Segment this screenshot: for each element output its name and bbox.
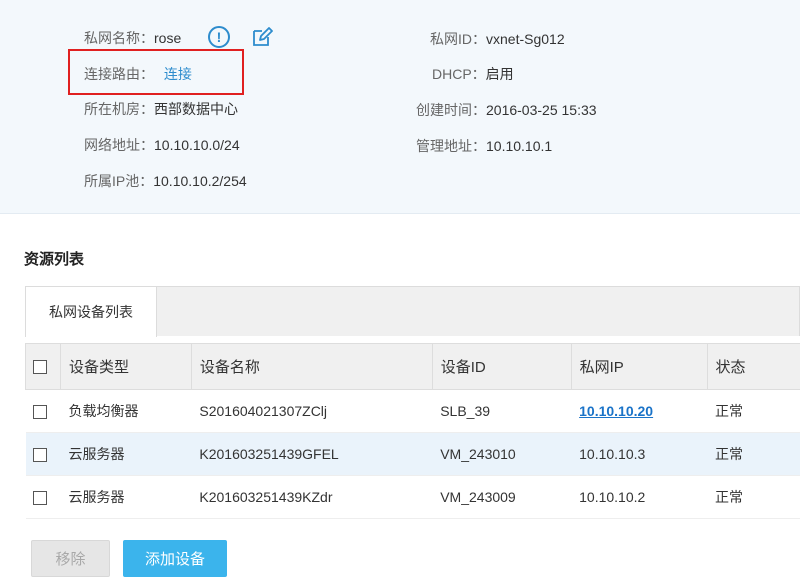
cell-device-type: 云服务器 [60, 432, 192, 476]
cell-device-name: K201603251439GFEL [191, 432, 433, 476]
cell-status: 正常 [707, 475, 800, 519]
resource-tabs: 私网设备列表 [25, 286, 800, 337]
info-icon-glyph: ! [216, 29, 222, 45]
cell-device-name: S201604021307ZClj [191, 389, 433, 433]
add-device-button[interactable]: 添加设备 [123, 540, 227, 577]
col-header-ip: 私网IP [570, 343, 708, 390]
info-icon[interactable]: ! [208, 26, 230, 48]
row-check-cell [25, 475, 61, 519]
created-time-field: 创建时间：2016-03-25 15:33 [416, 99, 597, 121]
cell-status: 正常 [707, 432, 800, 476]
connect-route-link[interactable]: 连接 [164, 66, 192, 82]
network-address-label: 网络地址： [84, 137, 154, 153]
row-checkbox[interactable] [32, 491, 47, 506]
table-header-row: 设备类型 设备名称 设备ID 私网IP 状态 [25, 343, 800, 390]
network-address-field: 网络地址：10.10.10.0/24 [84, 134, 240, 156]
col-header-id: 设备ID [431, 343, 572, 390]
dhcp-label: DHCP： [432, 66, 486, 82]
network-id-field: 私网ID：vxnet-Sg012 [430, 28, 565, 50]
resource-list-title: 资源列表 [24, 251, 85, 268]
connect-route-label: 连接路由： [84, 66, 154, 82]
table-row[interactable]: 负载均衡器 S201604021307ZClj SLB_39 10.10.10.… [25, 389, 800, 433]
management-address-label: 管理地址： [416, 138, 486, 154]
edit-icon[interactable] [251, 26, 273, 48]
select-all-checkbox[interactable] [33, 360, 47, 375]
cell-private-ip: 10.10.10.2 [571, 475, 708, 519]
network-address-value: 10.10.10.0/24 [154, 137, 240, 153]
row-checkbox[interactable] [32, 405, 47, 420]
cell-device-id: VM_243009 [432, 475, 572, 519]
private-ip-link[interactable]: 10.10.10.20 [579, 403, 653, 419]
cell-device-id: VM_243010 [432, 432, 572, 476]
table-row[interactable]: 云服务器 K201603251439GFEL VM_243010 10.10.1… [25, 432, 800, 476]
cell-private-ip: 10.10.10.20 [571, 389, 708, 433]
row-check-cell [25, 432, 61, 476]
dhcp-field: DHCP：启用 [432, 63, 514, 85]
created-time-value: 2016-03-25 15:33 [486, 102, 597, 118]
network-id-label: 私网ID： [430, 31, 486, 47]
col-header-status: 状态 [706, 343, 800, 390]
management-address-field: 管理地址：10.10.10.1 [416, 135, 552, 157]
connect-route-field: 连接路由： 连接 [84, 63, 192, 85]
created-time-label: 创建时间： [416, 102, 486, 118]
network-info-panel: 私网名称：rose ! 连接路由： 连接 所在机房：西部数据中心 网络地址：10… [0, 0, 800, 214]
row-checkbox[interactable] [32, 448, 47, 463]
ip-pool-label: 所属IP池： [84, 173, 154, 189]
cell-device-type: 云服务器 [60, 475, 192, 519]
device-table: 设备类型 设备名称 设备ID 私网IP 状态 负载均衡器 S2016040213… [25, 343, 800, 519]
table-row[interactable]: 云服务器 K201603251439KZdr VM_243009 10.10.1… [25, 475, 800, 519]
datacenter-value: 西部数据中心 [154, 101, 238, 117]
cell-device-id: SLB_39 [432, 389, 572, 433]
dhcp-value: 启用 [485, 66, 514, 82]
datacenter-label: 所在机房： [84, 101, 154, 117]
col-header-name: 设备名称 [190, 343, 433, 390]
datacenter-field: 所在机房：西部数据中心 [84, 98, 238, 120]
col-header-type: 设备类型 [59, 343, 192, 390]
remove-button[interactable]: 移除 [31, 540, 110, 577]
cell-status: 正常 [707, 389, 800, 433]
network-name-value: rose [154, 30, 182, 46]
row-check-cell [25, 389, 61, 433]
cell-private-ip: 10.10.10.3 [571, 432, 708, 476]
ip-pool-value: 10.10.10.2/254 [153, 173, 247, 189]
tab-private-devices[interactable]: 私网设备列表 [25, 286, 157, 337]
management-address-value: 10.10.10.1 [486, 138, 553, 154]
select-all-cell [25, 343, 61, 390]
network-id-value: vxnet-Sg012 [486, 31, 565, 47]
network-name-label: 私网名称： [84, 30, 154, 46]
ip-pool-field: 所属IP池：10.10.10.2/254 [84, 170, 247, 192]
network-name-field: 私网名称：rose [84, 27, 181, 49]
cell-device-type: 负载均衡器 [60, 389, 192, 433]
cell-device-name: K201603251439KZdr [191, 475, 433, 519]
